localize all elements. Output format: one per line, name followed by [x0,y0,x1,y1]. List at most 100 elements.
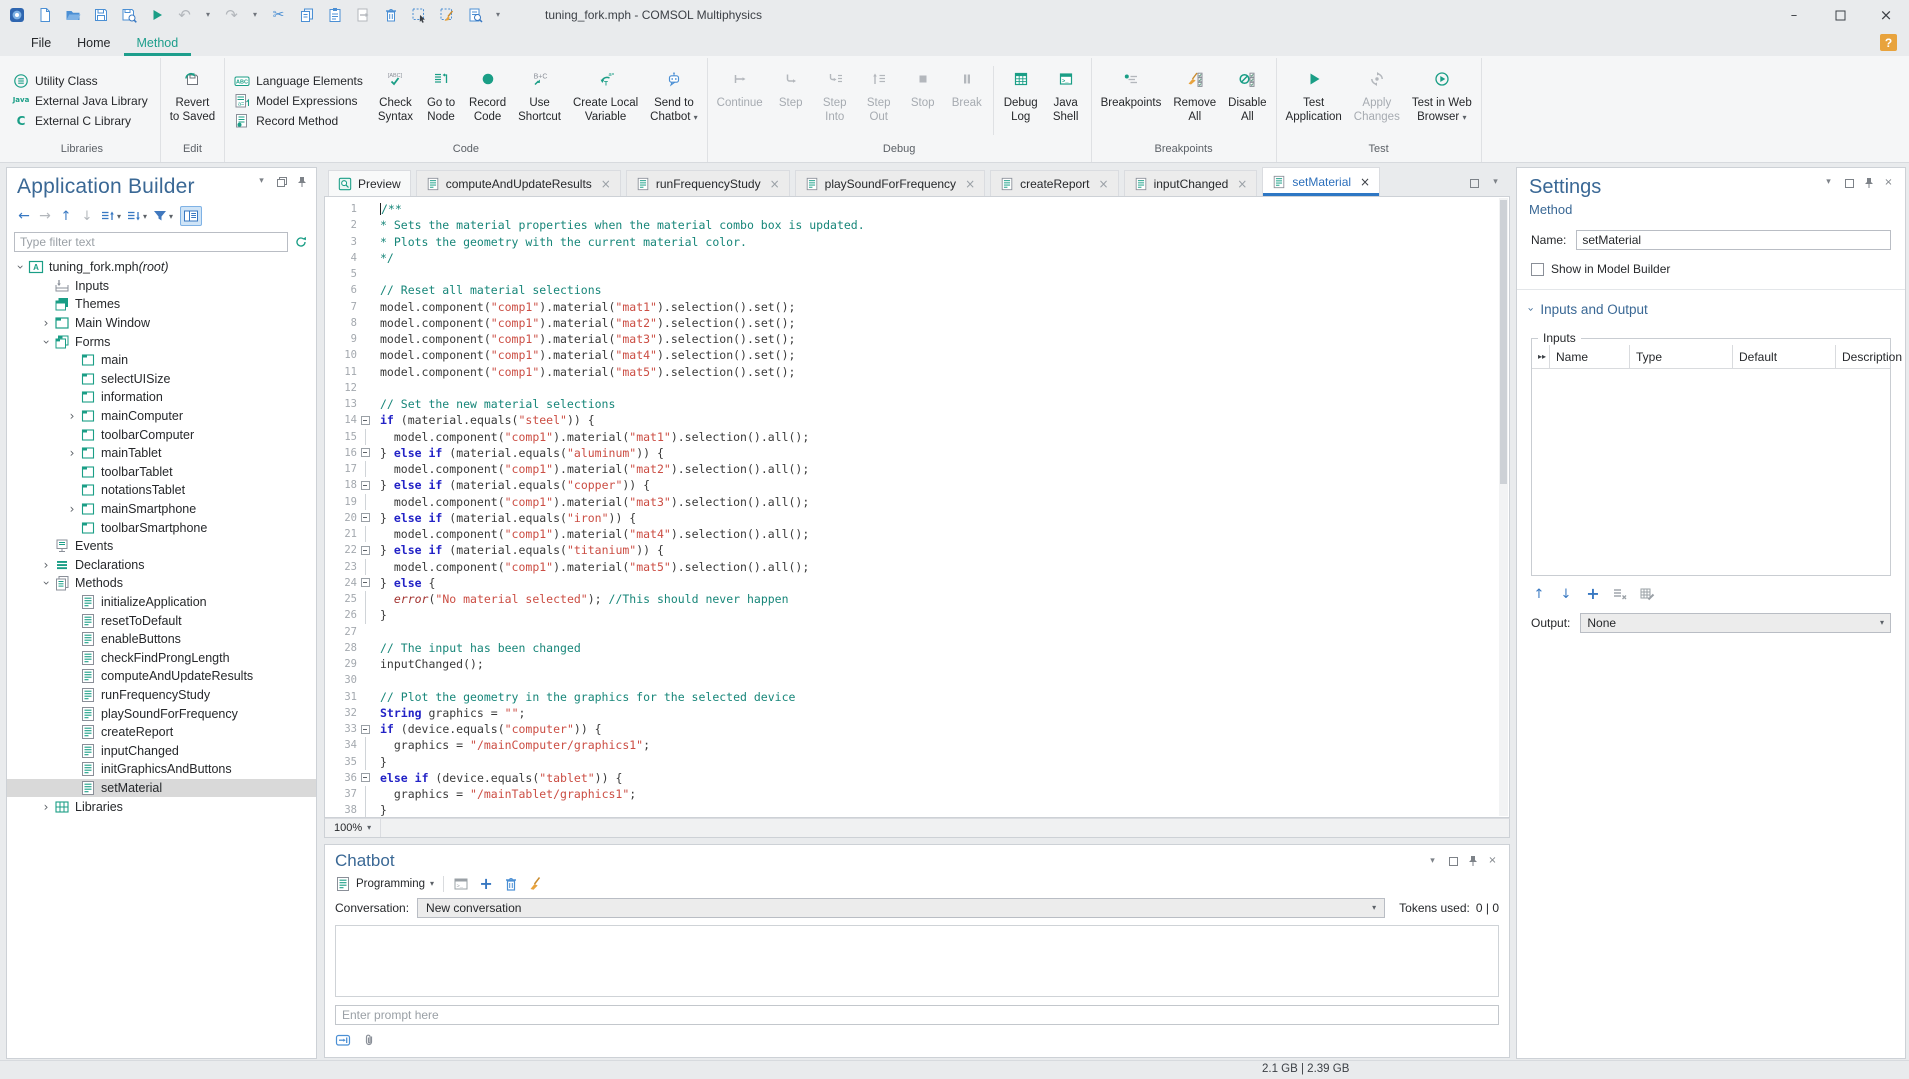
tree-item-main[interactable]: main [7,351,316,370]
column-header-type[interactable]: Type [1630,345,1733,368]
move-down-icon[interactable]: ↓ [1558,586,1574,602]
attach-file-icon[interactable] [361,1032,377,1048]
chatbot-mode-dropdown[interactable]: Programming ▾ [335,876,434,892]
ribbon-button-debug-log[interactable]: DebugLog [998,58,1044,143]
savefind-button[interactable] [119,6,138,25]
move-up-button[interactable]: ↑ [56,206,76,226]
tree-item-toolbarsmartphone[interactable]: toolbarSmartphone [7,518,316,537]
close-tab-icon[interactable]: × [1360,175,1370,189]
filter-button[interactable]: ▾ [150,206,175,226]
tree-item-initializeapplication[interactable]: initializeApplication [7,593,316,612]
clear-icon[interactable] [528,876,544,892]
panel-menu-icon[interactable]: ▾ [1822,176,1835,189]
ribbon-button-record-code[interactable]: RecordCode [463,58,512,143]
float-icon[interactable] [275,175,288,188]
tree-expander[interactable]: › [39,316,53,330]
fold-marker-icon[interactable] [361,481,370,490]
panel-menu-icon[interactable]: ▾ [255,175,268,188]
ribbon-button-create-local-variable[interactable]: a=TCreate LocalVariable [567,58,644,143]
redo-button[interactable]: ↷ [222,6,241,25]
editor-tab-preview[interactable]: Preview [328,170,411,196]
close-button[interactable]: × [1863,0,1909,30]
column-header-description[interactable]: Description [1836,345,1909,368]
code-editor[interactable]: 1/**2* Sets the material properties when… [324,196,1510,818]
tree-item-enablebuttons[interactable]: enableButtons [7,630,316,649]
ribbon-button-step-out[interactable]: StepOut [857,58,901,143]
move-down-button[interactable]: ↓ [77,206,97,226]
close-tab-icon[interactable]: × [601,177,611,191]
fold-marker-icon[interactable] [361,773,370,782]
tree-item-playsoundforfrequency[interactable]: playSoundForFrequency [7,704,316,723]
tree-expander[interactable]: › [39,800,53,814]
paste-button[interactable] [325,6,344,25]
tree-item-inputchanged[interactable]: inputChanged [7,741,316,760]
close-tab-icon[interactable]: × [1099,177,1109,191]
ribbon-button-revert-to-saved[interactable]: Revertto Saved [164,58,221,143]
tree-expander[interactable]: › [39,335,53,349]
run-button[interactable] [147,6,166,25]
tree-item-selectuisize[interactable]: selectUISize [7,370,316,389]
panel-menu-icon[interactable]: ▾ [1426,855,1439,868]
save-button[interactable] [91,6,110,25]
ribbon-button-go-to-node[interactable]: Go toNode [419,58,463,143]
ribbon-button-break[interactable]: Break [945,58,989,143]
brush-button[interactable] [437,6,456,25]
undo-button[interactable]: ↶ [175,6,194,25]
ribbon-button-record-method[interactable]: Record Method [234,113,363,129]
editor-scrollbar[interactable] [1499,198,1508,816]
ribbon-tab-method[interactable]: Method [124,30,192,56]
column-header-name[interactable]: Name [1550,345,1630,368]
ribbon-button-java-shell[interactable]: >_JavaShell [1044,58,1088,143]
delete-button[interactable] [381,6,400,25]
ribbon-tab-file[interactable]: File [18,30,64,56]
editor-tab-playsoundforfrequency[interactable]: playSoundForFrequency× [795,170,985,196]
fold-marker-icon[interactable] [361,725,370,734]
editor-tab-inputchanged[interactable]: inputChanged× [1124,170,1258,196]
editor-tab-createreport[interactable]: createReport× [990,170,1118,196]
tree-item-themes[interactable]: Themes [7,295,316,314]
ribbon-button-external-c-library[interactable]: CExternal C Library [13,113,148,129]
ribbon-button-send-to-chatbot[interactable]: Send toChatbot ▾ [644,58,704,143]
tree-item-inputs[interactable]: Inputs [7,277,316,296]
chevron-down-icon[interactable]: ▾ [250,6,260,25]
fold-marker-icon[interactable] [361,546,370,555]
refresh-filter-icon[interactable] [293,234,309,250]
ribbon-button-language-elements[interactable]: ABCLanguage Elements [234,73,363,89]
collapse-all-button[interactable]: ▾ [98,206,123,226]
new-conversation-icon[interactable]: + [478,876,494,892]
tree-expander[interactable]: › [65,502,79,516]
edit-table-icon[interactable] [1639,586,1655,602]
chevron-down-icon[interactable]: ▾ [203,6,213,25]
pin-icon[interactable] [1862,176,1875,189]
prompt-input[interactable] [335,1005,1499,1025]
output-dropdown[interactable]: None ▾ [1580,613,1891,633]
filter-input[interactable] [14,232,288,252]
select-button[interactable] [409,6,428,25]
float-icon[interactable] [1842,176,1855,189]
tree-expander[interactable]: › [39,576,53,590]
close-tab-icon[interactable]: × [770,177,780,191]
logo-button[interactable] [7,6,26,25]
ribbon-button-disable-all[interactable]: DisableAll [1222,58,1272,143]
fold-marker-icon[interactable] [361,448,370,457]
column-header-default[interactable]: Default [1733,345,1836,368]
ribbon-button-breakpoints[interactable]: Breakpoints [1095,58,1168,143]
send-prompt-icon[interactable] [335,1032,351,1048]
editor-tab-setmaterial[interactable]: setMaterial× [1262,167,1380,196]
chevron-down-icon[interactable]: ▾ [493,6,503,25]
tree-expander[interactable]: › [13,260,27,274]
fold-marker-icon[interactable] [361,416,370,425]
tree-item-createreport[interactable]: createReport [7,723,316,742]
tree-item-resettodefault[interactable]: resetToDefault [7,611,316,630]
ribbon-button-test-application[interactable]: TestApplication [1280,58,1348,143]
tree-item-toolbarcomputer[interactable]: toolbarComputer [7,425,316,444]
panel-menu-icon[interactable]: ▾ [1489,176,1502,189]
tree-item-forms[interactable]: ›Forms [7,332,316,351]
tree-expander[interactable]: › [39,558,53,572]
copy-button[interactable] [297,6,316,25]
help-button[interactable]: ? [1880,34,1897,51]
ribbon-button-stop[interactable]: Stop [901,58,945,143]
tree-item-mainsmartphone[interactable]: ›mainSmartphone [7,500,316,519]
move-up-icon[interactable]: ↑ [1531,586,1547,602]
cut-button[interactable]: ✂ [269,6,288,25]
